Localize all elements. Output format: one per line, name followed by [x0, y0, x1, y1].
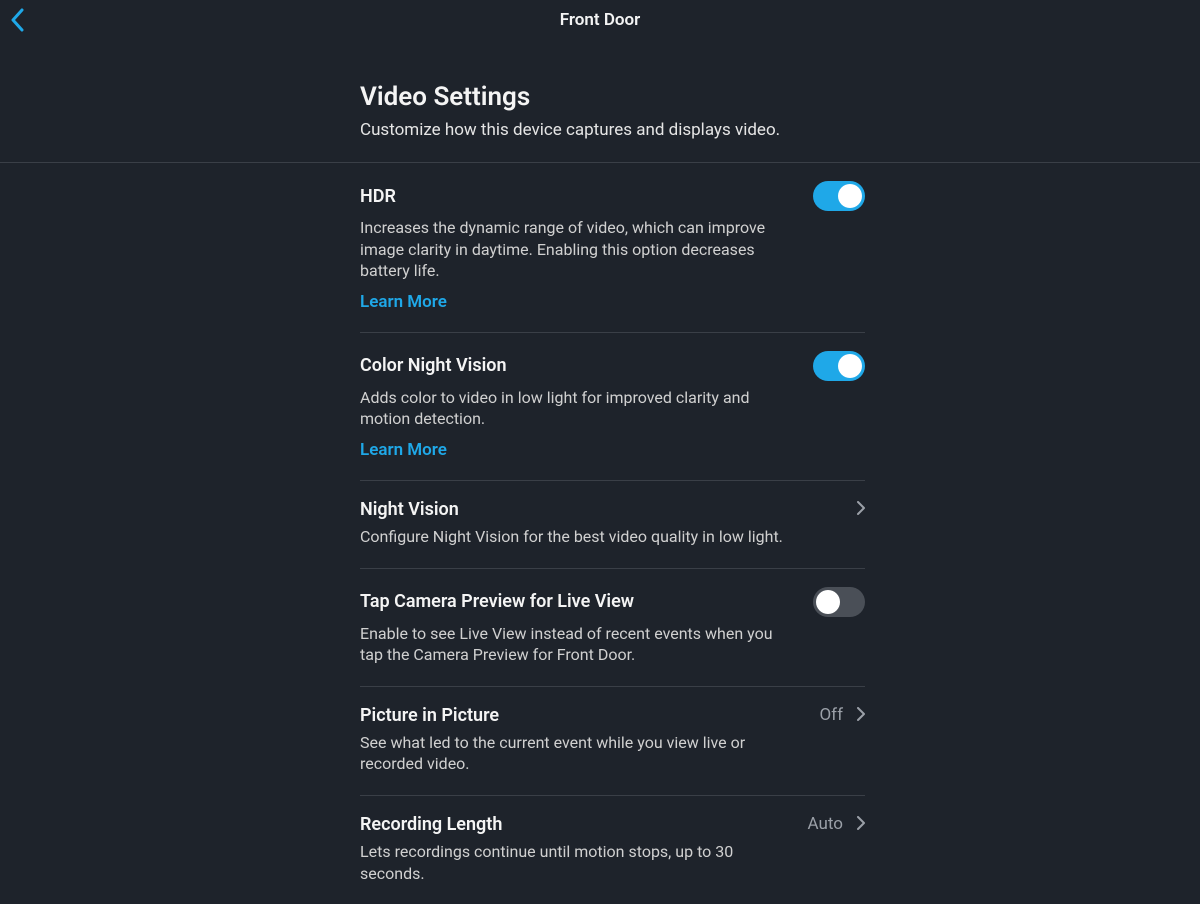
setting-recording-length[interactable]: Recording Length Auto Lets recordings co… [360, 796, 865, 904]
setting-title: Tap Camera Preview for Live View [360, 591, 634, 612]
toggle-knob [838, 354, 862, 378]
chevron-right-icon [857, 500, 865, 519]
setting-header: Recording Length Auto [360, 814, 865, 835]
setting-desc: Enable to see Live View instead of recen… [360, 623, 790, 666]
content: Video Settings Customize how this device… [0, 40, 1200, 904]
setting-title: Recording Length [360, 814, 502, 835]
setting-night-vision[interactable]: Night Vision Configure Night Vision for … [360, 481, 865, 569]
row-value: Auto [808, 814, 843, 834]
setting-tap-preview: Tap Camera Preview for Live View Enable … [360, 569, 865, 687]
setting-desc: Lets recordings continue until motion st… [360, 841, 790, 884]
color-night-vision-toggle[interactable] [813, 351, 865, 381]
page-title: Video Settings [360, 82, 1200, 112]
row-right [857, 500, 865, 519]
tap-preview-toggle[interactable] [813, 587, 865, 617]
setting-color-night-vision: Color Night Vision Adds color to video i… [360, 333, 865, 481]
setting-header: Color Night Vision [360, 351, 865, 381]
setting-picture-in-picture[interactable]: Picture in Picture Off See what led to t… [360, 687, 865, 796]
chevron-right-icon [857, 706, 865, 725]
setting-title: Picture in Picture [360, 705, 499, 726]
row-right: Auto [808, 814, 865, 834]
setting-title: Night Vision [360, 499, 459, 520]
header-title: Front Door [560, 10, 641, 30]
setting-header: HDR [360, 181, 865, 211]
toggle-knob [838, 184, 862, 208]
learn-more-link[interactable]: Learn More [360, 440, 447, 460]
setting-title: HDR [360, 186, 396, 207]
setting-header: Night Vision [360, 499, 865, 520]
setting-desc: Configure Night Vision for the best vide… [360, 526, 790, 548]
toggle-knob [816, 590, 840, 614]
page-subtitle: Customize how this device captures and d… [360, 120, 1200, 140]
row-right: Off [819, 705, 865, 725]
chevron-right-icon [857, 815, 865, 834]
setting-desc: See what led to the current event while … [360, 732, 790, 775]
back-icon[interactable] [10, 8, 30, 32]
intro-section: Video Settings Customize how this device… [0, 40, 1200, 163]
header: Front Door [0, 0, 1200, 40]
setting-title: Color Night Vision [360, 355, 507, 376]
learn-more-link[interactable]: Learn More [360, 292, 447, 312]
hdr-toggle[interactable] [813, 181, 865, 211]
setting-desc: Adds color to video in low light for imp… [360, 387, 790, 430]
setting-hdr: HDR Increases the dynamic range of video… [360, 163, 865, 333]
setting-header: Tap Camera Preview for Live View [360, 587, 865, 617]
row-value: Off [819, 705, 843, 725]
settings-list: HDR Increases the dynamic range of video… [0, 163, 1200, 904]
setting-header: Picture in Picture Off [360, 705, 865, 726]
setting-desc: Increases the dynamic range of video, wh… [360, 217, 790, 282]
